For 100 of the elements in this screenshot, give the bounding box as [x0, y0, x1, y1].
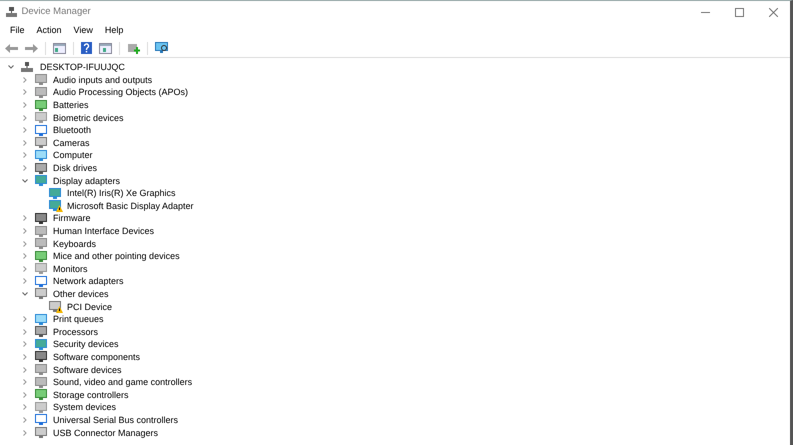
device-icon	[35, 351, 47, 362]
device-category[interactable]: Audio Processing Objects (APOs)	[51, 86, 190, 98]
device-icon	[35, 74, 47, 86]
console-tree-button[interactable]	[51, 42, 68, 54]
expand-caret-icon[interactable]	[21, 340, 29, 348]
expand-caret-icon[interactable]	[21, 328, 29, 336]
computer-node[interactable]: DESKTOP-IFUUJQC	[38, 61, 127, 74]
device-category[interactable]: Universal Serial Bus controllers	[51, 414, 180, 426]
menu-item[interactable]: Help	[98, 24, 130, 38]
device-category[interactable]: Bluetooth	[51, 124, 94, 136]
close-icon	[768, 8, 778, 18]
device-icon	[35, 376, 47, 388]
device-category[interactable]: Display adapters	[51, 174, 122, 187]
device-icon	[35, 389, 47, 400]
device-category[interactable]: Processors	[51, 326, 100, 338]
expand-caret-icon[interactable]	[21, 416, 29, 424]
device-category[interactable]: Batteries	[51, 99, 91, 112]
collapse-caret-icon[interactable]	[21, 176, 29, 185]
device-icon	[49, 301, 61, 312]
device-category[interactable]: Human Interface Devices	[51, 225, 156, 238]
menu-item[interactable]: View	[68, 24, 99, 38]
device-icon	[35, 263, 47, 274]
device-category[interactable]: Storage controllers	[51, 388, 131, 401]
expand-caret-icon[interactable]	[21, 126, 29, 134]
device-category[interactable]: Biometric devices	[51, 112, 126, 124]
expand-caret-icon[interactable]	[21, 428, 29, 437]
device-item[interactable]: Microsoft Basic Display Adapter	[65, 200, 196, 212]
update-driver-button[interactable]	[125, 41, 142, 55]
expand-caret-icon[interactable]	[21, 264, 29, 273]
expand-caret-icon[interactable]	[21, 352, 29, 361]
device-icon	[35, 112, 47, 124]
device-icon	[35, 326, 47, 338]
device-icon	[35, 414, 47, 426]
expand-caret-icon[interactable]	[21, 114, 29, 122]
device-category[interactable]: Firmware	[51, 212, 92, 224]
device-item[interactable]: Intel(R) Iris(R) Xe Graphics	[65, 187, 178, 200]
expand-caret-icon[interactable]	[21, 277, 29, 286]
device-icon	[49, 188, 61, 199]
expand-caret-icon[interactable]	[21, 390, 29, 399]
device-icon	[35, 250, 47, 262]
expand-caret-icon[interactable]	[21, 315, 29, 324]
menu-item[interactable]: File	[4, 24, 31, 38]
device-category[interactable]: System devices	[51, 401, 118, 414]
expand-caret-icon[interactable]	[21, 164, 29, 172]
expand-caret-icon[interactable]	[21, 240, 29, 248]
device-item[interactable]: PCI Device	[65, 300, 114, 313]
expand-caret-icon[interactable]	[21, 88, 29, 96]
device-icon	[35, 364, 47, 376]
device-category[interactable]: Software devices	[51, 364, 124, 376]
expand-caret-icon[interactable]	[21, 138, 29, 147]
device-icon	[35, 238, 47, 250]
collapse-caret-icon[interactable]	[21, 290, 29, 298]
device-icon	[35, 427, 47, 438]
maximize-icon	[734, 8, 744, 18]
device-category[interactable]: Other devices	[51, 288, 111, 300]
expand-caret-icon[interactable]	[21, 403, 29, 412]
expand-caret-icon[interactable]	[21, 378, 29, 386]
forward-button[interactable]	[23, 42, 40, 54]
expand-caret-icon[interactable]	[21, 227, 29, 236]
device-category[interactable]: Network adapters	[51, 275, 126, 288]
device-category[interactable]: Disk drives	[51, 162, 100, 174]
back-button[interactable]	[3, 42, 20, 54]
device-category[interactable]: Cameras	[51, 136, 92, 149]
device-category[interactable]: Print queues	[51, 313, 106, 326]
collapse-caret-icon[interactable]	[7, 63, 15, 72]
device-category[interactable]: Audio inputs and outputs	[51, 74, 154, 86]
device-category[interactable]: Monitors	[51, 262, 90, 275]
menu-item[interactable]: Action	[30, 24, 68, 38]
device-icon	[49, 200, 61, 212]
device-icon	[35, 226, 47, 237]
device-category[interactable]: Sound, video and game controllers	[51, 376, 194, 388]
expand-caret-icon[interactable]	[21, 366, 29, 374]
device-category[interactable]: Keyboards	[51, 238, 98, 250]
expand-caret-icon[interactable]	[21, 214, 29, 222]
expand-caret-icon[interactable]	[21, 76, 29, 84]
device-category[interactable]: Software components	[51, 350, 142, 363]
computer-icon	[21, 62, 33, 73]
device-icon	[35, 212, 47, 224]
device-icon	[35, 338, 47, 350]
device-icon	[35, 86, 47, 98]
device-icon	[35, 162, 47, 174]
device-category[interactable]: USB Connector Managers	[51, 426, 160, 439]
device-icon	[35, 402, 47, 413]
window-title: Device Manager	[22, 4, 91, 19]
device-manager-icon	[6, 6, 17, 18]
device-icon	[35, 288, 47, 300]
device-icon	[35, 150, 47, 161]
device-category[interactable]: Computer	[51, 149, 95, 162]
help-button[interactable]	[79, 41, 94, 55]
properties-button[interactable]	[97, 42, 114, 54]
device-icon	[35, 175, 47, 186]
expand-caret-icon[interactable]	[21, 252, 29, 260]
device-category[interactable]: Security devices	[51, 338, 121, 350]
device-icon	[35, 100, 47, 111]
scan-hardware-button[interactable]	[153, 41, 171, 55]
device-icon	[35, 276, 47, 287]
device-icon	[35, 137, 47, 148]
device-category[interactable]: Mice and other pointing devices	[51, 250, 182, 262]
expand-caret-icon[interactable]	[21, 151, 29, 160]
expand-caret-icon[interactable]	[21, 101, 29, 110]
